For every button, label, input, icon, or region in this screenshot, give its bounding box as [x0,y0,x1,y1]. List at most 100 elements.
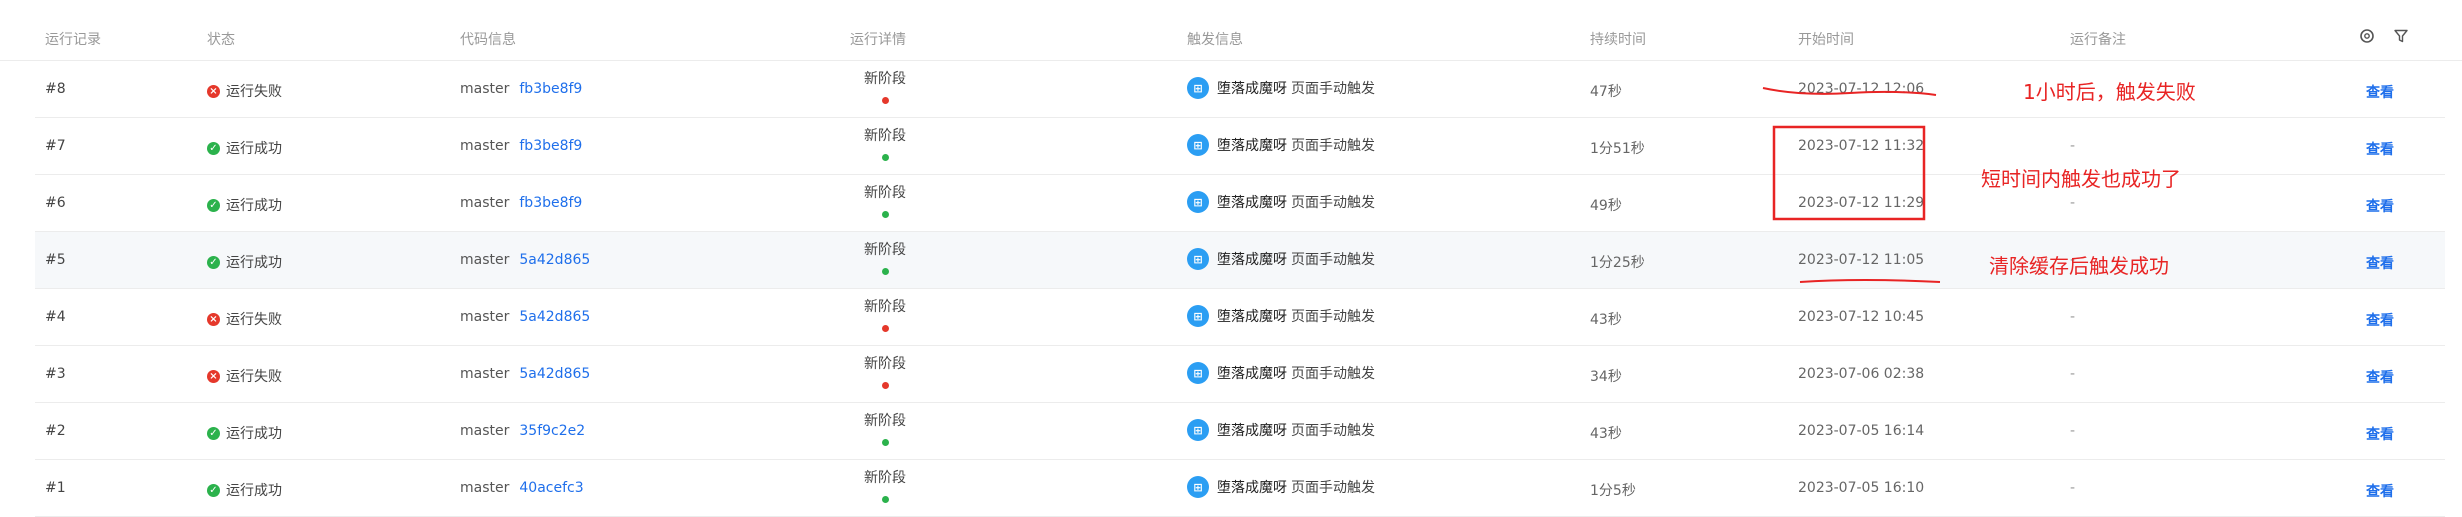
col-start[interactable]: 开始时间 [1798,29,1854,49]
view-link[interactable]: 查看 [2366,424,2394,444]
status-badge: ✓ 运行成功 [207,138,282,158]
commit-hash-link[interactable]: 5a42d865 [519,309,590,325]
stage-detail[interactable]: 新阶段 [855,353,915,389]
view-link[interactable]: 查看 [2366,253,2394,273]
avatar: ⊞ [1187,419,1209,441]
col-status[interactable]: 状态 [207,29,235,49]
branch-name: master [460,366,510,382]
stage-detail[interactable]: 新阶段 [855,467,915,503]
stage-detail[interactable]: 新阶段 [855,410,915,446]
run-note: - [2070,423,2076,439]
stage-detail[interactable]: 新阶段 [855,296,915,332]
trigger-user: 堕落成魔呀 [1217,81,1287,97]
status-label: 运行失败 [226,84,282,100]
stage-detail[interactable]: 新阶段 [855,68,915,104]
duration: 1分25秒 [1590,255,1645,271]
stage-label: 新阶段 [864,413,906,429]
view-link[interactable]: 查看 [2366,82,2394,102]
status-label: 运行失败 [226,369,282,385]
status-badge: ✓ 运行成功 [207,252,282,272]
table-row[interactable]: #2 ✓ 运行成功 master 35f9c2e2 新阶段 ⊞ 堕落成魔呀 页面手… [35,403,2445,460]
table-row[interactable]: #1 ✓ 运行成功 master 40acefc3 新阶段 ⊞ 堕落成魔呀 页面手… [35,460,2445,517]
status-badge: × 运行失败 [207,366,282,386]
stage-status-dot [881,268,889,275]
stage-detail[interactable]: 新阶段 [855,239,915,275]
run-number[interactable]: #7 [45,138,66,154]
commit-hash-link[interactable]: 5a42d865 [519,366,590,382]
run-note: - [2070,195,2076,211]
start-time: 2023-07-12 10:45 [1798,309,1925,325]
code-info: master 35f9c2e2 [460,423,585,439]
col-trigger[interactable]: 触发信息 [1187,29,1243,49]
trigger-method: 页面手动触发 [1291,81,1375,97]
check-circle-icon: ✓ [207,426,220,440]
code-info: master 5a42d865 [460,309,590,325]
col-detail[interactable]: 运行详情 [850,29,906,49]
avatar: ⊞ [1187,362,1209,384]
run-number[interactable]: #3 [45,366,66,382]
avatar: ⊞ [1187,248,1209,270]
x-circle-icon: × [207,84,220,98]
view-link[interactable]: 查看 [2366,196,2394,216]
stage-detail[interactable]: 新阶段 [855,125,915,161]
status-label: 运行成功 [226,198,282,214]
status-badge: ✓ 运行成功 [207,480,282,500]
filter-icon[interactable] [2393,28,2409,44]
status-label: 运行成功 [226,255,282,271]
col-run[interactable]: 运行记录 [45,29,101,49]
start-time: 2023-07-12 12:06 [1798,81,1925,97]
stage-label: 新阶段 [864,185,906,201]
status-label: 运行成功 [226,426,282,442]
commit-hash-link[interactable]: fb3be8f9 [519,195,582,211]
table-row[interactable]: #4 × 运行失败 master 5a42d865 新阶段 ⊞ 堕落成魔呀 页面手… [35,289,2445,346]
duration: 1分51秒 [1590,141,1645,157]
status-badge: × 运行失败 [207,309,282,329]
status-badge: ✓ 运行成功 [207,423,282,443]
avatar: ⊞ [1187,134,1209,156]
x-circle-icon: × [207,312,220,326]
table-row[interactable]: #3 × 运行失败 master 5a42d865 新阶段 ⊞ 堕落成魔呀 页面手… [35,346,2445,403]
commit-hash-link[interactable]: 5a42d865 [519,252,590,268]
stage-status-dot [881,97,889,104]
run-number[interactable]: #8 [45,81,66,97]
run-number[interactable]: #4 [45,309,66,325]
branch-name: master [460,423,510,439]
run-number[interactable]: #1 [45,480,66,496]
trigger-method: 页面手动触发 [1291,309,1375,325]
gear-icon[interactable] [2359,28,2375,44]
col-duration[interactable]: 持续时间 [1590,29,1646,49]
commit-hash-link[interactable]: 35f9c2e2 [519,423,585,439]
view-link[interactable]: 查看 [2366,481,2394,501]
start-time: 2023-07-05 16:14 [1798,423,1925,439]
branch-name: master [460,309,510,325]
stage-status-dot [881,439,889,446]
view-link[interactable]: 查看 [2366,367,2394,387]
trigger-method: 页面手动触发 [1291,195,1375,211]
view-link[interactable]: 查看 [2366,139,2394,159]
commit-hash-link[interactable]: 40acefc3 [519,480,583,496]
stage-label: 新阶段 [864,71,906,87]
run-number[interactable]: #2 [45,423,66,439]
run-number[interactable]: #6 [45,195,66,211]
commit-hash-link[interactable]: fb3be8f9 [519,138,582,154]
trigger-info: ⊞ 堕落成魔呀 页面手动触发 [1187,362,1375,384]
col-note[interactable]: 运行备注 [2070,29,2126,49]
trigger-info: ⊞ 堕落成魔呀 页面手动触发 [1187,476,1375,498]
run-number[interactable]: #5 [45,252,66,268]
run-note: - [2070,138,2076,154]
code-info: master fb3be8f9 [460,81,582,97]
trigger-method: 页面手动触发 [1291,480,1375,496]
stage-label: 新阶段 [864,470,906,486]
annotation-text: 清除缓存后触发成功 [1989,254,2169,278]
stage-detail[interactable]: 新阶段 [855,182,915,218]
status-badge: × 运行失败 [207,81,282,101]
trigger-user: 堕落成魔呀 [1217,138,1287,154]
view-link[interactable]: 查看 [2366,310,2394,330]
commit-hash-link[interactable]: fb3be8f9 [519,81,582,97]
col-code[interactable]: 代码信息 [460,29,516,49]
branch-name: master [460,81,510,97]
trigger-info: ⊞ 堕落成魔呀 页面手动触发 [1187,419,1375,441]
check-circle-icon: ✓ [207,255,220,269]
trigger-info: ⊞ 堕落成魔呀 页面手动触发 [1187,248,1375,270]
run-note: - [2070,366,2076,382]
